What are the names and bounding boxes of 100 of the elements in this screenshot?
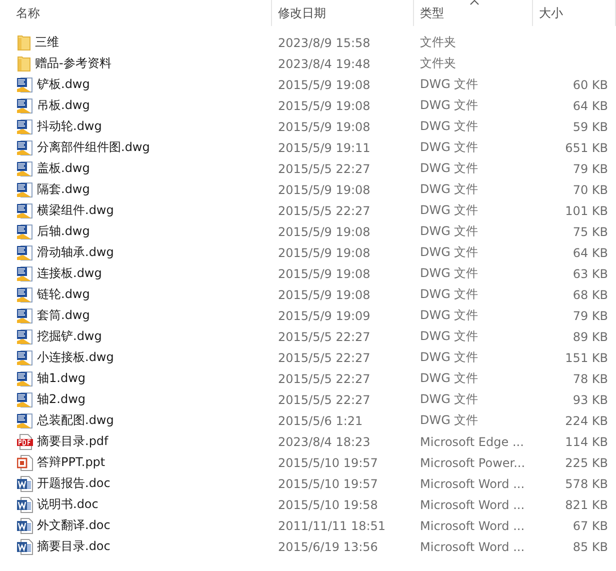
modified-date: 2015/5/9 19:11 (278, 140, 370, 154)
file-size: 225 KB (565, 456, 608, 470)
drawing-file-icon (17, 160, 33, 176)
file-name[interactable]: 摘要目录.doc (37, 538, 110, 555)
file-name[interactable]: 抖动轮.dwg (37, 118, 102, 135)
file-type: DWG 文件 (420, 412, 478, 429)
folder-icon (17, 56, 31, 72)
file-type: 文件夹 (420, 55, 456, 72)
file-name[interactable]: 盖板.dwg (37, 160, 90, 177)
drawing-file-icon (17, 98, 33, 114)
column-header[interactable]: 类型 (420, 4, 444, 22)
file-name[interactable]: 分离部件组件图.dwg (37, 139, 150, 156)
drawing-file-icon (17, 202, 33, 218)
modified-date: 2015/5/5 22:27 (278, 330, 370, 344)
file-type: DWG 文件 (420, 328, 478, 345)
file-name[interactable]: 小连接板.dwg (37, 349, 114, 366)
modified-date: 2015/5/9 19:09 (278, 308, 370, 322)
drawing-file-icon (17, 350, 33, 366)
column-header[interactable]: 名称 (16, 4, 40, 22)
drawing-file-icon (17, 328, 33, 344)
file-type: DWG 文件 (420, 349, 478, 366)
file-name[interactable]: 外文翻译.doc (37, 517, 110, 534)
word-file-icon (17, 538, 33, 554)
file-size: 89 KB (572, 330, 608, 344)
file-size: 59 KB (572, 120, 608, 134)
slides-file-icon (17, 454, 33, 470)
file-name[interactable]: 三维 (35, 34, 59, 51)
drawing-file-icon (17, 224, 33, 240)
modified-date: 2015/5/9 19:08 (278, 224, 370, 238)
file-size: 93 KB (572, 392, 608, 406)
file-type: Microsoft Edge ... (420, 434, 524, 448)
drawing-file-icon (17, 370, 33, 386)
drawing-file-icon (17, 118, 33, 134)
file-size: 60 KB (572, 78, 608, 92)
file-type: DWG 文件 (420, 265, 478, 282)
file-name[interactable]: 总装配图.dwg (37, 412, 114, 429)
file-type: Microsoft Word ... (420, 518, 525, 532)
word-file-icon (17, 518, 33, 534)
drawing-file-icon (17, 266, 33, 282)
file-type: DWG 文件 (420, 97, 478, 114)
file-size: 651 KB (565, 140, 608, 154)
modified-date: 2015/5/9 19:08 (278, 182, 370, 196)
file-name[interactable]: 答辩PPT.ppt (37, 454, 106, 471)
file-type: Microsoft Word ... (420, 540, 525, 554)
pdf-file-icon (17, 434, 33, 450)
file-size: 79 KB (572, 308, 608, 322)
file-type: DWG 文件 (420, 244, 478, 261)
file-type: DWG 文件 (420, 286, 478, 303)
file-name[interactable]: 连接板.dwg (37, 265, 102, 282)
modified-date: 2011/11/11 18:51 (278, 518, 386, 532)
drawing-file-icon (17, 392, 33, 408)
modified-date: 2015/5/9 19:08 (278, 288, 370, 302)
drawing-file-icon (17, 76, 33, 92)
column-header[interactable]: 大小 (539, 4, 563, 22)
file-size: 821 KB (565, 498, 608, 512)
file-size: 70 KB (572, 182, 608, 196)
file-type: DWG 文件 (420, 160, 478, 177)
file-name[interactable]: 说明书.doc (37, 496, 98, 513)
file-size: 79 KB (572, 162, 608, 176)
file-type: DWG 文件 (420, 223, 478, 240)
file-name[interactable]: 轴2.dwg (37, 391, 86, 408)
file-size: 67 KB (572, 518, 608, 532)
file-size: 78 KB (572, 372, 608, 386)
word-file-icon (17, 476, 33, 492)
file-type: Microsoft Power... (420, 456, 526, 470)
file-type: 文件夹 (420, 34, 456, 51)
file-name[interactable]: 摘要目录.pdf (37, 433, 108, 450)
modified-date: 2015/5/5 22:27 (278, 204, 370, 218)
file-name[interactable]: 吊板.dwg (37, 97, 90, 114)
modified-date: 2015/5/9 19:08 (278, 246, 370, 260)
file-name[interactable]: 开题报告.doc (37, 475, 110, 492)
column-header[interactable]: 修改日期 (278, 4, 326, 22)
modified-date: 2015/5/9 19:08 (278, 120, 370, 134)
file-name[interactable]: 轴1.dwg (37, 370, 86, 387)
sort-caret-icon (470, 0, 479, 5)
file-type: DWG 文件 (420, 118, 478, 135)
file-name[interactable]: 链轮.dwg (37, 286, 90, 303)
file-type: DWG 文件 (420, 391, 478, 408)
file-size: 63 KB (572, 266, 608, 280)
modified-date: 2015/5/9 19:08 (278, 98, 370, 112)
modified-date: 2015/5/9 19:08 (278, 266, 370, 280)
file-type: Microsoft Word ... (420, 498, 525, 512)
modified-date: 2015/5/5 22:27 (278, 392, 370, 406)
drawing-file-icon (17, 244, 33, 260)
modified-date: 2023/8/4 18:23 (278, 434, 370, 448)
file-type: Microsoft Word ... (420, 476, 525, 490)
file-name[interactable]: 套筒.dwg (37, 307, 90, 324)
drawing-file-icon (17, 308, 33, 324)
file-size: 114 KB (565, 434, 608, 448)
file-name[interactable]: 后轴.dwg (37, 223, 90, 240)
file-name[interactable]: 赠品-参考资料 (35, 55, 112, 72)
file-name[interactable]: 滑动轴承.dwg (37, 244, 114, 261)
file-name[interactable]: 铲板.dwg (37, 76, 90, 93)
file-size: 68 KB (572, 288, 608, 302)
file-type: DWG 文件 (420, 139, 478, 156)
drawing-file-icon (17, 182, 33, 198)
file-name[interactable]: 横梁组件.dwg (37, 202, 114, 219)
file-name[interactable]: 隔套.dwg (37, 181, 90, 198)
file-size: 151 KB (565, 350, 608, 364)
file-name[interactable]: 挖掘铲.dwg (37, 328, 102, 345)
